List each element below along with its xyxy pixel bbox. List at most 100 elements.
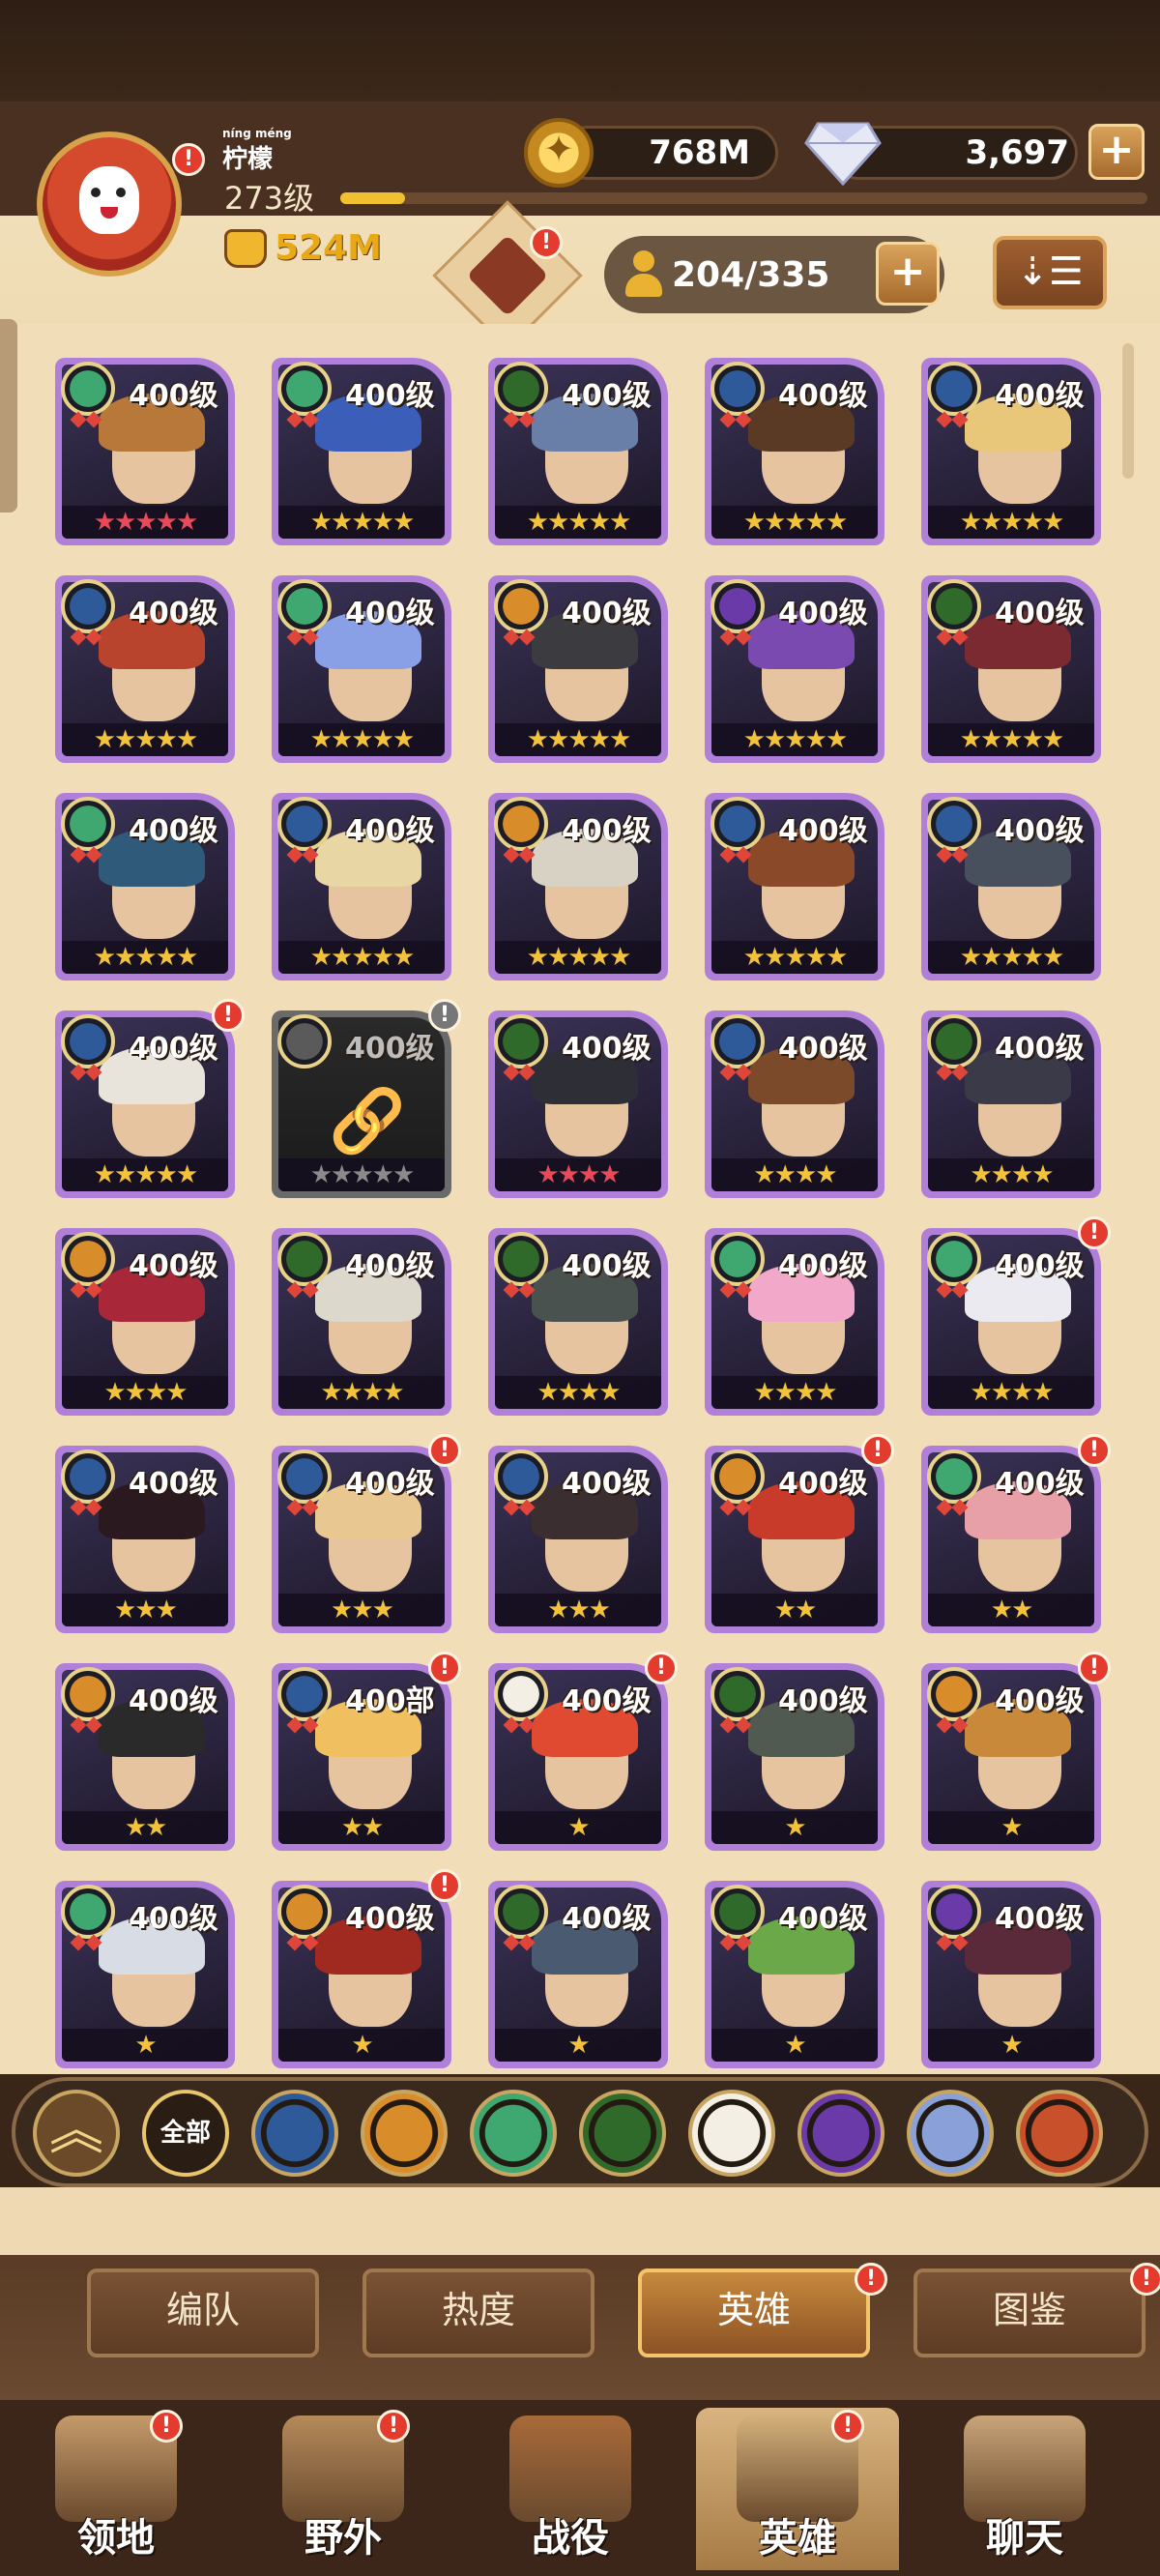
hero-card[interactable]: ★★★★★ 400级 bbox=[268, 575, 451, 763]
hero-level: 400级 bbox=[129, 1902, 218, 1936]
hero-card[interactable]: ★★★★★ 400级! bbox=[51, 999, 245, 1198]
hero-card[interactable]: ★★★★★ 400级 bbox=[917, 793, 1101, 981]
xp-bar bbox=[340, 192, 1147, 204]
filter-graveborn-icon[interactable] bbox=[579, 2090, 666, 2177]
filter-wilder-icon[interactable] bbox=[470, 2090, 557, 2177]
hero-card[interactable]: ★★ 400级 bbox=[51, 1663, 235, 1851]
avatar-face bbox=[79, 166, 139, 234]
hero-card[interactable]: ★★★★★ 400级 bbox=[268, 793, 451, 981]
filter-celestial-icon[interactable] bbox=[688, 2090, 775, 2177]
hero-level: 400级 bbox=[995, 1902, 1085, 1936]
hero-card[interactable]: ★★★★★ 400级 bbox=[917, 358, 1101, 545]
nav-item[interactable]: 战役 bbox=[469, 2408, 672, 2570]
nav-item[interactable]: 聊天 bbox=[923, 2408, 1126, 2570]
hero-card[interactable]: ★★★★ 400级 bbox=[51, 1228, 235, 1416]
sub-tab[interactable]: 编队 bbox=[87, 2269, 319, 2357]
hero-card[interactable]: ★★★ 400级 bbox=[51, 1446, 235, 1633]
filter-dimensional-icon[interactable] bbox=[907, 2090, 994, 2177]
sub-tab[interactable]: 图鉴 bbox=[914, 2269, 1146, 2357]
hero-level: 400级 bbox=[129, 379, 218, 413]
star-rating: ★★★★★ bbox=[62, 506, 228, 539]
sub-tab[interactable]: 英雄 bbox=[638, 2269, 870, 2357]
side-tab-handle[interactable] bbox=[0, 319, 17, 512]
star-rating: ★ bbox=[711, 1811, 878, 1844]
hero-card[interactable]: ★★★★ 400级 bbox=[484, 1010, 668, 1198]
sort-button[interactable]: ⇣☰ bbox=[993, 236, 1107, 309]
hero-card[interactable]: ★★★★ 400级! bbox=[917, 1216, 1111, 1416]
hero-card[interactable]: ★★ 400级! bbox=[917, 1434, 1111, 1633]
hero-card[interactable]: ★★ 400级! bbox=[701, 1434, 894, 1633]
hero-level: 400级 bbox=[345, 814, 435, 848]
hero-card[interactable]: ★★★★ 400级 bbox=[701, 1228, 884, 1416]
nav-label: 聊天 bbox=[986, 2516, 1063, 2561]
star-rating: ★ bbox=[495, 2029, 661, 2062]
hero-level: 400级 bbox=[129, 1249, 218, 1283]
hypogean-faction-icon bbox=[701, 579, 778, 633]
wilder-faction-icon bbox=[917, 1014, 995, 1068]
hero-card[interactable]: ★ 400级 bbox=[917, 1881, 1101, 2068]
filter-lightbearer-icon[interactable] bbox=[251, 2090, 338, 2177]
wilder-faction-icon bbox=[917, 579, 995, 633]
nav-label: 英雄 bbox=[759, 2516, 836, 2561]
hero-card[interactable]: ★ 400级! bbox=[484, 1652, 678, 1851]
nav-item[interactable]: 领地! bbox=[14, 2408, 218, 2570]
chain-link-icon: 🔗 bbox=[329, 1086, 406, 1157]
celestial-faction-icon bbox=[51, 1014, 129, 1068]
fist-icon bbox=[224, 228, 267, 268]
hero-card[interactable]: ★★★★★ 400级 bbox=[484, 793, 668, 981]
expand-capacity-button[interactable]: + bbox=[876, 242, 940, 306]
nav-item[interactable]: 野外! bbox=[242, 2408, 445, 2570]
sub-tab[interactable]: 热度 bbox=[362, 2269, 594, 2357]
hero-level: 400级 bbox=[995, 1684, 1085, 1718]
mauler-faction-icon bbox=[701, 1449, 778, 1504]
hero-card[interactable]: ★ 400级! bbox=[268, 1869, 461, 2068]
hero-card[interactable]: ★★★★ 400级 bbox=[268, 1228, 451, 1416]
hero-card[interactable]: ★ 400级 bbox=[701, 1881, 884, 2068]
hero-card[interactable]: ★★★★★ 400级 bbox=[484, 358, 668, 545]
hero-level: 400级 bbox=[129, 1684, 218, 1718]
hero-card[interactable]: ★★★★★ 400级 bbox=[917, 575, 1101, 763]
player-avatar[interactable] bbox=[37, 132, 182, 277]
hero-card[interactable]: ★★★ 400级 bbox=[484, 1446, 668, 1633]
hero-card[interactable]: ★★★★★ 400级 bbox=[51, 793, 235, 981]
hero-card[interactable]: ★★★★ 400级 bbox=[484, 1228, 668, 1416]
lightbearer-faction-icon bbox=[268, 579, 345, 633]
hero-card[interactable]: ★ 400级 bbox=[51, 1881, 235, 2068]
hero-card[interactable]: ★★★★★ 400级 bbox=[701, 793, 884, 981]
hero-card[interactable]: ★ 400级 bbox=[484, 1881, 668, 2068]
hero-card[interactable]: 🔗 ★★★★★ 400级! bbox=[268, 999, 461, 1198]
hero-card[interactable]: ★★★★ 400级 bbox=[701, 1010, 884, 1198]
collapse-filter-button[interactable]: ︽ bbox=[33, 2090, 120, 2177]
add-diamonds-button[interactable]: + bbox=[1088, 124, 1145, 180]
star-rating: ★★★ bbox=[278, 1594, 445, 1626]
hero-card[interactable]: ★★★ 400级! bbox=[268, 1434, 461, 1633]
hero-card[interactable]: ★★★★★ 400级 bbox=[51, 575, 235, 763]
filter-draconis-icon[interactable] bbox=[1016, 2090, 1103, 2177]
hero-card[interactable]: ★★★★★ 400级 bbox=[484, 575, 668, 763]
nav-label: 领地 bbox=[77, 2516, 155, 2561]
hero-card[interactable]: ★★★★★ 400级 bbox=[701, 358, 884, 545]
star-rating: ★★ bbox=[711, 1594, 878, 1626]
filter-hypogean-icon[interactable] bbox=[798, 2090, 884, 2177]
hero-alert-badge: ! bbox=[1078, 1652, 1111, 1684]
hero-level: 400级 bbox=[562, 1467, 652, 1501]
scrollbar[interactable] bbox=[1122, 343, 1134, 479]
hero-card[interactable]: ★★★★★ 400级 bbox=[701, 575, 884, 763]
hero-card[interactable]: ★ 400级! bbox=[917, 1652, 1111, 1851]
wilder-faction-icon bbox=[268, 1232, 345, 1286]
nav-item[interactable]: 英雄! bbox=[696, 2408, 899, 2570]
status-bar-area bbox=[0, 0, 1160, 102]
person-icon bbox=[624, 250, 662, 299]
celestial-faction-icon bbox=[701, 362, 778, 416]
hero-card[interactable]: ★ 400级 bbox=[701, 1663, 884, 1851]
filter-mauler-icon[interactable] bbox=[361, 2090, 448, 2177]
hero-card[interactable]: ★★★★★ 400级 bbox=[268, 358, 451, 545]
star-rating: ★★★★★ bbox=[495, 506, 661, 539]
hero-level: 400级 bbox=[778, 814, 868, 848]
filter-all-button[interactable]: 全部 bbox=[142, 2090, 229, 2177]
star-rating: ★★★★ bbox=[495, 1158, 661, 1191]
hypogean-faction-icon bbox=[917, 1885, 995, 1939]
hero-card[interactable]: ★★★★ 400级 bbox=[917, 1010, 1101, 1198]
hero-card[interactable]: ★★ 400部! bbox=[268, 1652, 461, 1851]
hero-card[interactable]: ★★★★★ 400级 bbox=[51, 358, 235, 545]
